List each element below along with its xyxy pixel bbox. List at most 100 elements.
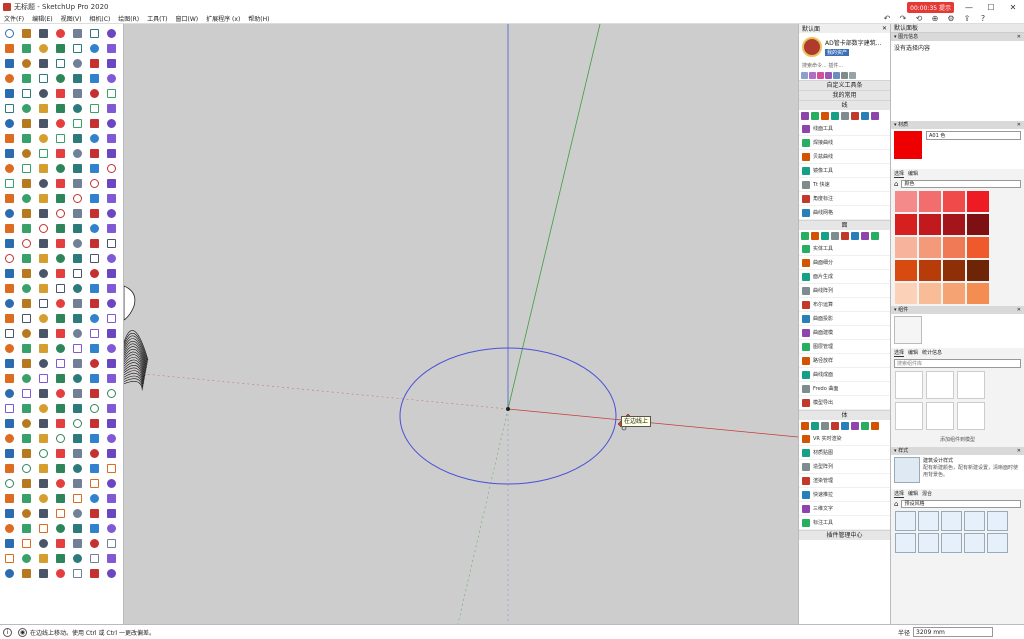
arc-tool-icon[interactable] xyxy=(104,417,119,430)
circle-tool-icon[interactable] xyxy=(2,57,17,70)
orbit-tool-icon[interactable] xyxy=(19,477,34,490)
spline-tool-icon[interactable] xyxy=(825,71,832,79)
paint-tool-icon[interactable] xyxy=(87,42,102,55)
section-tool-icon[interactable] xyxy=(53,312,68,325)
dimension-tool-icon[interactable] xyxy=(36,357,51,370)
tape-tool-icon[interactable] xyxy=(19,327,34,340)
push-pull-tool-icon[interactable] xyxy=(104,567,119,580)
plugin-shortcut-icon[interactable] xyxy=(861,232,869,240)
zoom-tool-icon[interactable] xyxy=(104,102,119,115)
menu-camera[interactable]: 相机(C) xyxy=(85,14,114,23)
select-tool-icon[interactable] xyxy=(19,132,34,145)
scale-tool-icon[interactable] xyxy=(19,57,34,70)
menu-edit[interactable]: 编辑(E) xyxy=(28,14,56,23)
arc-tool-icon[interactable] xyxy=(36,387,51,400)
rotate-tool-icon[interactable] xyxy=(53,132,68,145)
menu-extensions[interactable]: 扩展程序 (x) xyxy=(202,14,244,23)
material-swatch[interactable] xyxy=(943,283,965,304)
menu-view[interactable]: 视图(V) xyxy=(57,14,86,23)
move-tool-icon[interactable] xyxy=(70,102,85,115)
home-icon[interactable]: ⌂ xyxy=(894,180,898,188)
section-tool-icon[interactable] xyxy=(70,27,85,40)
section-tool-icon[interactable] xyxy=(36,207,51,220)
pan-tool-icon[interactable] xyxy=(87,252,102,265)
move-tool-icon[interactable] xyxy=(70,492,85,505)
walk-tool-icon[interactable] xyxy=(36,342,51,355)
rotate-tool-icon[interactable] xyxy=(70,237,85,250)
rotate-tool-icon[interactable] xyxy=(87,342,102,355)
scale-tool-icon[interactable] xyxy=(104,192,119,205)
rotate-tool-icon[interactable] xyxy=(19,312,34,325)
circle-tool-icon[interactable] xyxy=(19,162,34,175)
arc-tool-icon[interactable] xyxy=(53,492,68,505)
text-tool-icon[interactable] xyxy=(104,342,119,355)
plugin-item[interactable]: 造型阵列 xyxy=(799,460,890,474)
eraser-tool-icon[interactable] xyxy=(87,297,102,310)
orbit-tool-icon[interactable] xyxy=(19,87,34,100)
offset-tool-icon[interactable] xyxy=(87,222,102,235)
protractor-tool-icon[interactable] xyxy=(87,492,102,505)
material-swatch[interactable] xyxy=(943,237,965,258)
measurement-value[interactable]: 3209 mm xyxy=(913,627,994,637)
orbit-tool-icon[interactable] xyxy=(36,192,51,205)
pan-tool-icon[interactable] xyxy=(104,357,119,370)
close-icon[interactable]: ✕ xyxy=(1017,447,1021,455)
look-tool-icon[interactable] xyxy=(70,297,85,310)
line-tool-icon[interactable] xyxy=(801,71,808,79)
offset-tool-icon[interactable] xyxy=(36,297,51,310)
push-pull-tool-icon[interactable] xyxy=(19,42,34,55)
arc-tool-icon[interactable] xyxy=(2,177,17,190)
geolocation-icon[interactable]: ◉ xyxy=(18,627,27,637)
line-tool-icon[interactable] xyxy=(70,462,85,475)
plugin-shortcut-icon[interactable] xyxy=(831,112,839,120)
plugin-item[interactable]: 曲面建模 xyxy=(799,326,890,340)
rectangle-tool-icon[interactable] xyxy=(87,57,102,70)
3d-text-tool-icon[interactable] xyxy=(104,522,119,535)
minimize-button[interactable]: — xyxy=(958,0,980,14)
paint-tool-icon[interactable] xyxy=(87,432,102,445)
protractor-tool-icon[interactable] xyxy=(36,177,51,190)
polygon-tool-icon[interactable] xyxy=(53,507,68,520)
tab-select[interactable]: 选择 xyxy=(894,490,905,498)
plugin-item[interactable]: 实体工具 xyxy=(799,242,890,256)
follow-me-tool-icon[interactable] xyxy=(36,222,51,235)
text-tool-icon[interactable] xyxy=(70,522,85,535)
text-tool-icon[interactable] xyxy=(19,207,34,220)
style-library-select[interactable]: 预设风格 xyxy=(901,500,1021,508)
paint-tool-icon[interactable] xyxy=(36,117,51,130)
plugin-search[interactable]: 搜索命令... 插件... xyxy=(799,61,890,70)
orbit-tool-icon[interactable] xyxy=(104,222,119,235)
orbit-tool-icon[interactable] xyxy=(87,507,102,520)
tape-tool-icon[interactable] xyxy=(53,537,68,550)
polygon-tool-icon[interactable] xyxy=(70,222,85,235)
pan-tool-icon[interactable] xyxy=(36,327,51,340)
offset-tool-icon[interactable] xyxy=(53,402,68,415)
offset-tool-icon[interactable] xyxy=(70,507,85,520)
style-item[interactable] xyxy=(895,511,916,531)
material-name-field[interactable]: A01 色 xyxy=(926,131,1021,140)
material-swatch[interactable] xyxy=(919,260,941,281)
circle-tool-icon[interactable] xyxy=(19,552,34,565)
look-tool-icon[interactable] xyxy=(104,117,119,130)
avatar[interactable] xyxy=(802,37,822,57)
axes-tool-icon[interactable] xyxy=(19,342,34,355)
text-tool-icon[interactable] xyxy=(70,132,85,145)
material-library-select[interactable]: 颜色 xyxy=(901,180,1021,188)
zoom-tool-icon[interactable] xyxy=(36,72,51,85)
3d-text-tool-icon[interactable] xyxy=(87,27,102,40)
select-tool-icon[interactable] xyxy=(70,447,85,460)
axes-tool-icon[interactable] xyxy=(70,267,85,280)
style-item[interactable] xyxy=(987,511,1008,531)
scene-canvas[interactable] xyxy=(124,24,798,624)
protractor-tool-icon[interactable] xyxy=(70,387,85,400)
plugin-shortcut-icon[interactable] xyxy=(821,232,829,240)
tab-statistics[interactable]: 统计信息 xyxy=(922,349,942,357)
move-tool-icon[interactable] xyxy=(2,462,17,475)
tape-tool-icon[interactable] xyxy=(104,72,119,85)
offset-tool-icon[interactable] xyxy=(104,327,119,340)
zoom-tool-icon[interactable] xyxy=(2,252,17,265)
3d-text-tool-icon[interactable] xyxy=(104,132,119,145)
follow-me-tool-icon[interactable] xyxy=(53,327,68,340)
rectangle-tool-icon[interactable] xyxy=(19,27,34,40)
plugin-item[interactable]: 渲染管理 xyxy=(799,474,890,488)
